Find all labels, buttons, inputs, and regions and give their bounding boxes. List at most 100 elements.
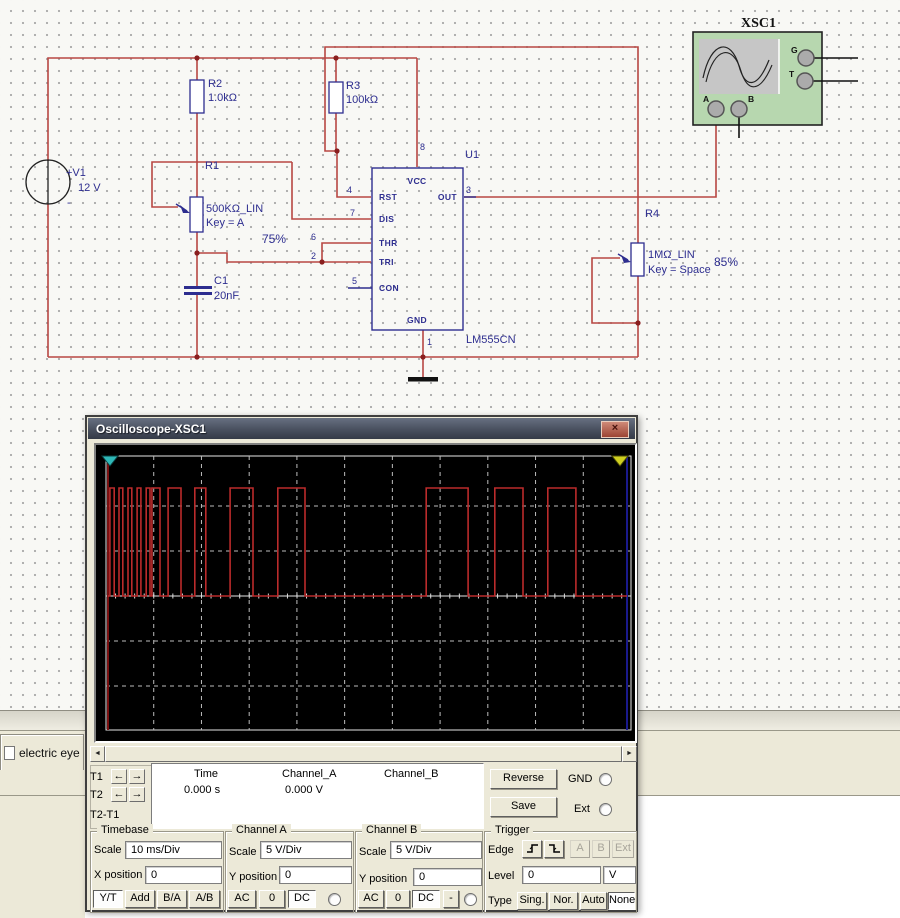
gnd-radio-label: GND (568, 773, 592, 785)
svg-text:12 V: 12 V (78, 182, 101, 194)
add-mode-button[interactable]: Add (125, 890, 155, 908)
channel-a-column-header: Channel_A (282, 768, 336, 780)
scope-display (94, 443, 637, 743)
c1-capacitor[interactable]: C1 20nF (184, 275, 239, 302)
falling-edge-icon (548, 843, 561, 854)
readout-panel: Time Channel_A Channel_B 0.000 s 0.000 V (151, 763, 484, 829)
ext-radio[interactable] (599, 803, 612, 816)
r1-potentiometer[interactable]: R1 500KΩ_LIN Key = A 75% (176, 160, 286, 246)
t2-t1-label: T2-T1 (90, 809, 119, 821)
trigger-type-nor-button[interactable]: Nor. (549, 892, 578, 910)
a-terminal[interactable] (708, 101, 724, 117)
save-button[interactable]: Save (490, 797, 557, 817)
svg-text:2: 2 (311, 251, 316, 261)
reverse-button[interactable]: Reverse (490, 769, 557, 789)
ba-mode-button[interactable]: B/A (157, 890, 187, 908)
channel-b-group: Channel B Scale 5 V/Div Y position 0 AC … (355, 831, 483, 913)
channel-a-scale-label: Scale (229, 846, 257, 858)
t2-left-button[interactable]: ← (111, 787, 127, 802)
svg-text:A: A (703, 94, 710, 104)
channel-b-zero-button[interactable]: 0 (386, 890, 410, 908)
close-button[interactable]: × (601, 421, 629, 438)
trigger-type-none-button[interactable]: None (608, 892, 635, 910)
svg-text:GND: GND (407, 315, 427, 325)
channel-a-ypos-label: Y position (229, 871, 277, 883)
trigger-level-unit[interactable]: V (603, 866, 636, 884)
channel-a-zero-button[interactable]: 0 (259, 890, 285, 908)
sheet-tab-electric-eye[interactable]: electric eye (0, 734, 84, 770)
channel-a-ypos-field[interactable]: 0 (279, 866, 352, 884)
time-column-header: Time (194, 768, 218, 780)
svg-text:Key = Space: Key = Space (648, 264, 711, 276)
timebase-scale-label: Scale (94, 844, 122, 856)
channel-a-ac-button[interactable]: AC (228, 890, 256, 908)
trigger-source-ext-button[interactable]: Ext (612, 840, 634, 858)
timebase-scale-field[interactable]: 10 ms/Div (125, 841, 222, 859)
ground-symbol[interactable] (408, 377, 438, 382)
ab-mode-button[interactable]: A/B (189, 890, 220, 908)
timebase-xpos-field[interactable]: 0 (145, 866, 222, 884)
svg-text:G: G (791, 45, 798, 55)
multisim-screen: +V1 12 V - R2 1.0kΩ R3 100kΩ R1 (0, 0, 900, 918)
channel-a-group: Channel A Scale 5 V/Div Y position 0 AC … (225, 831, 354, 913)
channel-b-ypos-label: Y position (359, 873, 407, 885)
channel-b-ac-button[interactable]: AC (358, 890, 384, 908)
trigger-type-auto-button[interactable]: Auto (580, 892, 607, 910)
trigger-type-sing-button[interactable]: Sing. (517, 892, 547, 910)
xsc1-instrument-icon[interactable]: XSC1 G T A B (693, 16, 858, 138)
svg-text:R4: R4 (645, 208, 659, 220)
u1-555-timer[interactable]: RST DIS THR TRI CON OUT VCC GND 4 7 6 2 … (311, 142, 516, 347)
channel-b-scale-label: Scale (359, 846, 387, 858)
time-value: 0.000 s (184, 784, 220, 796)
rising-edge-icon (526, 843, 539, 854)
r2-resistor[interactable]: R2 1.0kΩ (190, 78, 237, 113)
channel-b-scale-field[interactable]: 5 V/Div (390, 841, 482, 859)
channel-b-minus-button[interactable]: - (443, 890, 459, 908)
g-terminal[interactable] (798, 50, 814, 66)
gnd-radio[interactable] (599, 773, 612, 786)
ext-radio-label: Ext (574, 803, 590, 815)
b-terminal[interactable] (731, 101, 747, 117)
channel-a-dc-button[interactable]: DC (288, 890, 316, 908)
channel-b-dc-button[interactable]: DC (412, 890, 440, 908)
svg-text:3: 3 (466, 185, 471, 195)
scope-scrollbar[interactable]: ◄ ► (90, 746, 637, 762)
falling-edge-button[interactable] (544, 840, 564, 858)
scroll-thumb[interactable] (105, 746, 622, 762)
t1-left-button[interactable]: ← (111, 769, 127, 784)
trigger-source-b-button[interactable]: B (592, 840, 610, 858)
trigger-level-label: Level (488, 870, 514, 882)
t-terminal[interactable] (797, 73, 813, 89)
channel-a-radio[interactable] (328, 893, 341, 906)
svg-text:Key = A: Key = A (206, 217, 245, 229)
yt-mode-button[interactable]: Y/T (93, 890, 123, 908)
channel-a-scale-field[interactable]: 5 V/Div (260, 841, 352, 859)
svg-text:1: 1 (427, 337, 432, 347)
svg-text:RST: RST (379, 192, 398, 202)
scroll-left-icon[interactable]: ◄ (90, 746, 105, 762)
trigger-level-field[interactable]: 0 (522, 866, 601, 884)
svg-text:DIS: DIS (379, 214, 394, 224)
v1-source[interactable]: +V1 12 V - (26, 160, 101, 209)
scroll-right-icon[interactable]: ► (622, 746, 637, 762)
svg-text:4: 4 (347, 185, 352, 195)
wires[interactable] (48, 47, 716, 377)
rising-edge-button[interactable] (522, 840, 542, 858)
r4-potentiometer[interactable]: R4 1MΩ_LIN Key = Space 85% (618, 208, 738, 276)
svg-text:U1: U1 (465, 149, 479, 161)
t2-right-button[interactable]: → (129, 787, 145, 802)
trigger-group: Trigger Edge A B Ext Level 0 V Type Sing… (484, 831, 637, 913)
trigger-source-a-button[interactable]: A (570, 840, 590, 858)
window-title: Oscilloscope-XSC1 (88, 422, 206, 436)
r3-resistor[interactable]: R3 100kΩ (329, 80, 378, 113)
channel-b-radio[interactable] (464, 893, 477, 906)
svg-text:1.0kΩ: 1.0kΩ (208, 92, 237, 104)
t1-right-button[interactable]: → (129, 769, 145, 784)
title-bar[interactable]: Oscilloscope-XSC1 × (88, 418, 635, 439)
channel-b-ypos-field[interactable]: 0 (413, 868, 482, 886)
svg-text:8: 8 (420, 142, 425, 152)
timebase-xpos-label: X position (94, 869, 142, 881)
svg-text:B: B (748, 94, 755, 104)
svg-text:VCC: VCC (407, 176, 426, 186)
svg-text:XSC1: XSC1 (741, 16, 776, 31)
